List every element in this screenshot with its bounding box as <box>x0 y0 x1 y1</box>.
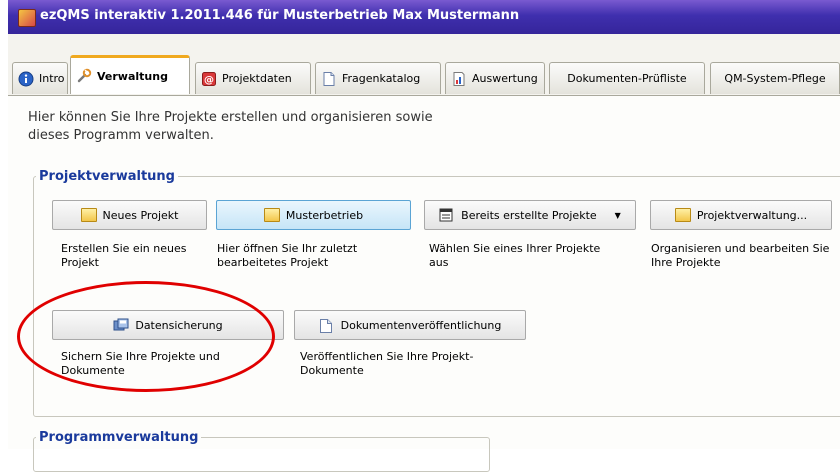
tab-qm-system-pflege-label: QM-System-Pflege <box>724 72 826 85</box>
chevron-down-icon: ▼ <box>614 210 621 220</box>
report-icon <box>451 71 467 87</box>
projektverwaltung-legend: Projektverwaltung <box>39 169 175 184</box>
programmverwaltung-group: Programmverwaltung <box>33 430 490 472</box>
bereits-erstellte-projekte-label: Bereits erstellte Projekte <box>461 208 597 222</box>
projektverwaltung-button[interactable]: Projektverwaltung... <box>650 200 832 230</box>
intro-text: Hier können Sie Ihre Projekte erstellen … <box>28 110 433 143</box>
dokumentenveroeffentlichung-desc: Veröffentlichen Sie Ihre Projekt-Dokumen… <box>300 350 474 377</box>
bereits-erstellte-projekte-desc: Wählen Sie eines Ihrer Projekte aus <box>429 242 601 269</box>
bereits-erstellte-projekte-button[interactable]: Bereits erstellte Projekte ▼ <box>424 200 636 230</box>
tab-verwaltung[interactable]: Verwaltung <box>70 55 190 94</box>
neues-projekt-button[interactable]: Neues Projekt <box>52 200 207 230</box>
projektverwaltung-desc: Organisieren und bearbeiten Sie Ihre Pro… <box>651 242 830 269</box>
info-icon <box>18 71 34 87</box>
musterbetrieb-button[interactable]: Musterbetrieb <box>216 200 411 230</box>
programmverwaltung-legend: Programmverwaltung <box>39 430 199 445</box>
tab-projektdaten[interactable]: @ Projektdaten <box>195 62 311 94</box>
tab-auswertung[interactable]: Auswertung <box>445 62 545 94</box>
tab-projektdaten-label: Projektdaten <box>222 72 292 85</box>
tab-intro-label: Intro <box>39 72 65 85</box>
projektverwaltung-button-label: Projektverwaltung... <box>696 208 808 222</box>
title-bar: ezQMS interaktiv 1.2011.446 für Musterbe… <box>8 0 840 34</box>
tab-intro[interactable]: Intro <box>12 62 68 94</box>
verwaltung-panel: Hier können Sie Ihre Projekte erstellen … <box>8 95 840 472</box>
tab-qm-system-pflege[interactable]: QM-System-Pflege <box>710 62 840 94</box>
open-folder-icon <box>263 208 280 222</box>
neues-projekt-label: Neues Projekt <box>102 208 179 222</box>
tools-icon <box>76 68 92 84</box>
tab-verwaltung-label: Verwaltung <box>97 69 168 83</box>
datensicherung-button[interactable]: Datensicherung <box>52 310 284 340</box>
tab-fragenkatalog-label: Fragenkatalog <box>342 72 421 85</box>
projektdaten-icon: @ <box>201 71 217 87</box>
tab-dokumenten-pruefliste-label: Dokumenten-Prüfliste <box>567 72 687 85</box>
new-folder-icon <box>80 208 97 222</box>
window-title: ezQMS interaktiv 1.2011.446 für Musterbe… <box>40 8 520 23</box>
svg-text:@: @ <box>204 75 214 86</box>
edit-folder-icon <box>674 208 691 222</box>
datensicherung-desc: Sichern Sie Ihre Projekte und Dokumente <box>61 350 220 377</box>
musterbetrieb-desc: Hier öffnen Sie Ihr zuletzt bearbeitetes… <box>217 242 358 269</box>
tab-dokumenten-pruefliste[interactable]: Dokumenten-Prüfliste <box>549 62 705 94</box>
project-list-icon <box>439 208 455 222</box>
musterbetrieb-label: Musterbetrieb <box>285 208 364 222</box>
datensicherung-label: Datensicherung <box>135 318 223 332</box>
dokumentenveroeffentlichung-label: Dokumentenveröffentlichung <box>340 318 502 332</box>
app-icon <box>18 9 36 27</box>
document-icon <box>321 71 337 87</box>
backup-icon <box>113 318 129 332</box>
tab-auswertung-label: Auswertung <box>472 72 538 85</box>
tab-fragenkatalog[interactable]: Fragenkatalog <box>315 62 441 94</box>
neues-projekt-desc: Erstellen Sie ein neues Projekt <box>61 242 187 269</box>
dokumentenveroeffentlichung-button[interactable]: Dokumentenveröffentlichung <box>294 310 526 340</box>
document-icon <box>319 318 335 333</box>
